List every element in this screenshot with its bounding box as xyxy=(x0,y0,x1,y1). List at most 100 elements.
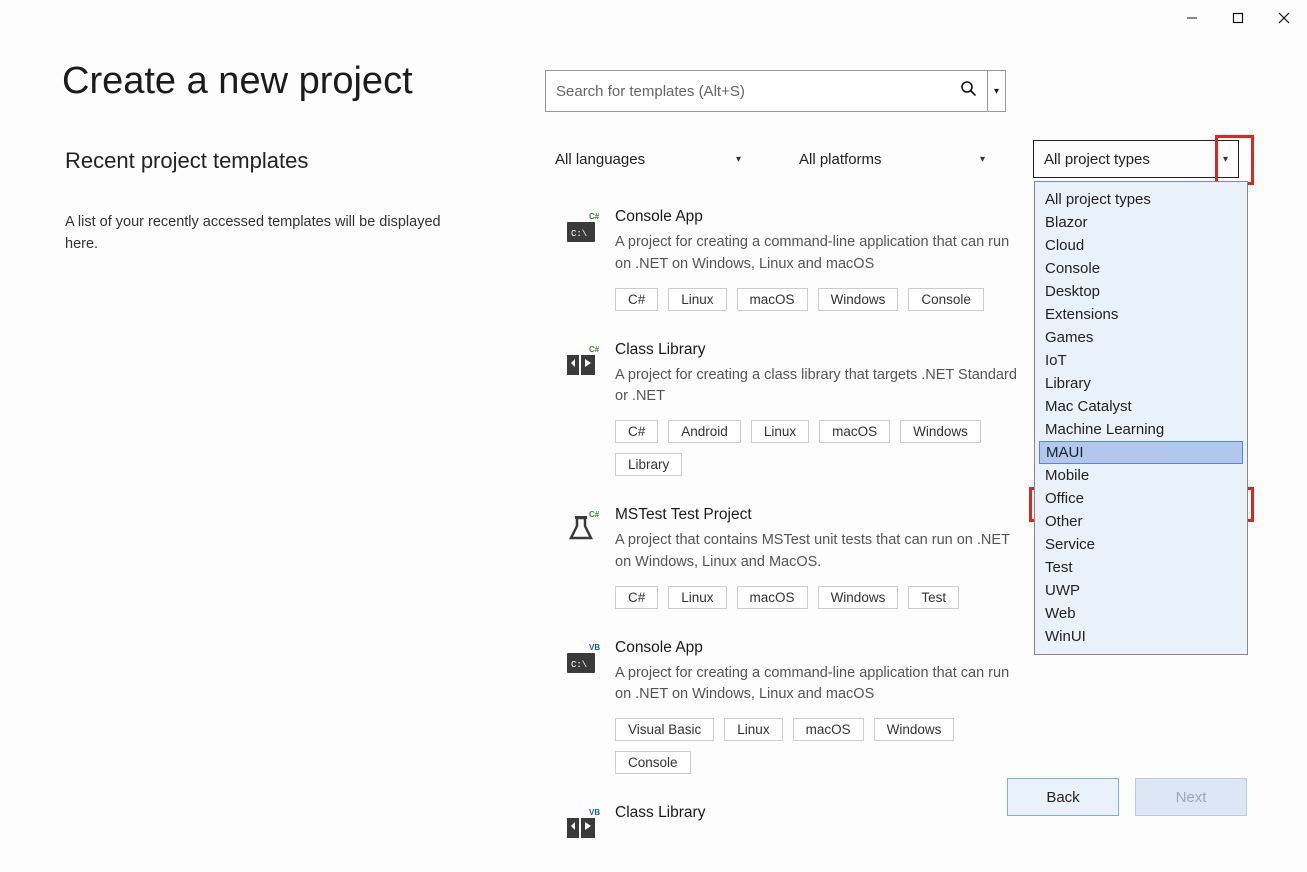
template-tag: C# xyxy=(615,420,658,443)
maximize-icon xyxy=(1232,12,1244,24)
template-body: Class Library xyxy=(615,804,1025,842)
next-button[interactable]: Next xyxy=(1135,778,1247,816)
caret-down-icon: ▾ xyxy=(994,86,999,97)
template-description: A project that contains MSTest unit test… xyxy=(615,530,1025,574)
templates-column: ▾ All languages ▾ All platforms ▾ All pr… xyxy=(545,70,1255,872)
caret-down-icon: ▾ xyxy=(1223,154,1228,165)
recent-templates-heading: Recent project templates xyxy=(65,148,465,174)
minimize-button[interactable] xyxy=(1169,3,1215,33)
filters-row: All languages ▾ All platforms ▾ All proj… xyxy=(545,140,1255,178)
project-type-option[interactable]: Service xyxy=(1035,533,1247,556)
template-tags: Visual BasicLinuxmacOSWindowsConsole xyxy=(615,718,1025,774)
project-type-option[interactable]: Other xyxy=(1035,510,1247,533)
recent-templates-column: Recent project templates A list of your … xyxy=(65,148,465,256)
template-body: Console App A project for creating a comm… xyxy=(615,208,1025,311)
page-title: Create a new project xyxy=(62,60,413,103)
project-type-option[interactable]: Library xyxy=(1035,372,1247,395)
search-split-button[interactable]: ▾ xyxy=(988,70,1006,112)
template-tags: C# Linux macOS Windows Console xyxy=(615,288,1025,311)
template-tag: macOS xyxy=(737,586,808,609)
project-type-filter[interactable]: All project types ▾ All project typesBla… xyxy=(1033,140,1239,178)
template-tags: C# Android Linux macOS Windows Library xyxy=(615,420,1025,476)
template-tag: macOS xyxy=(793,718,864,741)
template-tag: macOS xyxy=(737,288,808,311)
project-type-option[interactable]: Console xyxy=(1035,257,1247,280)
template-tag: Linux xyxy=(668,586,726,609)
search-box[interactable] xyxy=(545,70,988,112)
template-item[interactable]: VB Class Library xyxy=(565,804,1025,842)
svg-text:VB: VB xyxy=(589,643,600,652)
template-tag: Linux xyxy=(724,718,782,741)
template-item[interactable]: C:\C# Console App A project for creating a… xyxy=(565,208,1025,311)
project-type-option[interactable]: Machine Learning xyxy=(1035,418,1247,441)
template-tags: C#LinuxmacOSWindowsTest xyxy=(615,586,1025,609)
template-description: A project for creating a command-line ap… xyxy=(615,663,1025,707)
template-tag: Console xyxy=(615,751,691,774)
console-icon: C:\VB xyxy=(565,639,601,775)
template-tag: macOS xyxy=(819,420,890,443)
template-name: Class Library xyxy=(615,341,1025,359)
project-type-filter-label: All project types xyxy=(1044,151,1150,168)
template-description: A project for creating a class library t… xyxy=(615,365,1025,409)
project-type-option[interactable]: MAUI xyxy=(1039,441,1243,464)
language-filter[interactable]: All languages ▾ xyxy=(545,140,751,178)
template-item[interactable]: C# MSTest Test ProjectA project that cont… xyxy=(565,506,1025,609)
template-tag: Android xyxy=(668,420,741,443)
project-type-option[interactable]: IoT xyxy=(1035,349,1247,372)
template-body: MSTest Test ProjectA project that contai… xyxy=(615,506,1025,609)
caret-down-icon: ▾ xyxy=(980,154,985,165)
project-type-option[interactable]: WinUI xyxy=(1035,625,1247,648)
search-icon xyxy=(960,80,977,102)
project-type-option[interactable]: Mac Catalyst xyxy=(1035,395,1247,418)
search-input[interactable] xyxy=(556,83,960,100)
test-icon: C# xyxy=(565,506,601,609)
project-type-option[interactable]: UWP xyxy=(1035,579,1247,602)
console-icon: C:\C# xyxy=(565,208,601,311)
project-type-option[interactable]: Web xyxy=(1035,602,1247,625)
template-tag: Linux xyxy=(668,288,726,311)
library-icon: C# xyxy=(565,341,601,477)
svg-text:VB: VB xyxy=(589,808,600,817)
project-type-option[interactable]: Office xyxy=(1035,487,1247,510)
template-tag: Library xyxy=(615,453,682,476)
project-type-option[interactable]: All project types xyxy=(1035,188,1247,211)
caret-down-icon: ▾ xyxy=(736,154,741,165)
platform-filter[interactable]: All platforms ▾ xyxy=(789,140,995,178)
svg-text:C:\: C:\ xyxy=(571,660,587,670)
project-type-option[interactable]: Cloud xyxy=(1035,234,1247,257)
close-button[interactable] xyxy=(1261,3,1307,33)
template-item[interactable]: C# Class Library A project for creating a … xyxy=(565,341,1025,477)
project-type-option[interactable]: Extensions xyxy=(1035,303,1247,326)
template-tag: C# xyxy=(615,288,658,311)
close-icon xyxy=(1278,12,1290,24)
template-body: Console App A project for creating a comm… xyxy=(615,639,1025,775)
maximize-button[interactable] xyxy=(1215,3,1261,33)
template-tag: Windows xyxy=(900,420,981,443)
project-type-option[interactable]: Blazor xyxy=(1035,211,1247,234)
project-type-option[interactable]: Test xyxy=(1035,556,1247,579)
template-item[interactable]: C:\VB Console App A project for creating a… xyxy=(565,639,1025,775)
library-icon: VB xyxy=(565,804,601,842)
template-body: Class Library A project for creating a cl… xyxy=(615,341,1025,477)
language-filter-label: All languages xyxy=(555,151,645,168)
project-type-option[interactable]: Games xyxy=(1035,326,1247,349)
svg-text:C#: C# xyxy=(589,510,600,519)
search-row: ▾ xyxy=(545,70,1255,112)
footer-buttons: Back Next xyxy=(1007,778,1247,816)
project-type-option[interactable]: Mobile xyxy=(1035,464,1247,487)
template-tag: Console xyxy=(908,288,984,311)
svg-text:C#: C# xyxy=(589,345,600,354)
template-name: Console App xyxy=(615,208,1025,226)
project-type-dropdown-panel: All project typesBlazorCloudConsoleDeskt… xyxy=(1034,181,1248,655)
template-tag: Linux xyxy=(751,420,809,443)
template-tag: Windows xyxy=(818,586,899,609)
project-type-option[interactable]: Desktop xyxy=(1035,280,1247,303)
template-tag: Windows xyxy=(818,288,899,311)
back-button[interactable]: Back xyxy=(1007,778,1119,816)
template-name: Class Library xyxy=(615,804,1025,822)
recent-templates-note: A list of your recently accessed templat… xyxy=(65,212,465,256)
minimize-icon xyxy=(1186,12,1198,24)
template-description: A project for creating a command-line ap… xyxy=(615,232,1025,276)
template-name: Console App xyxy=(615,639,1025,657)
templates-list: C:\C#Console AppA project for creating a… xyxy=(545,208,1025,842)
